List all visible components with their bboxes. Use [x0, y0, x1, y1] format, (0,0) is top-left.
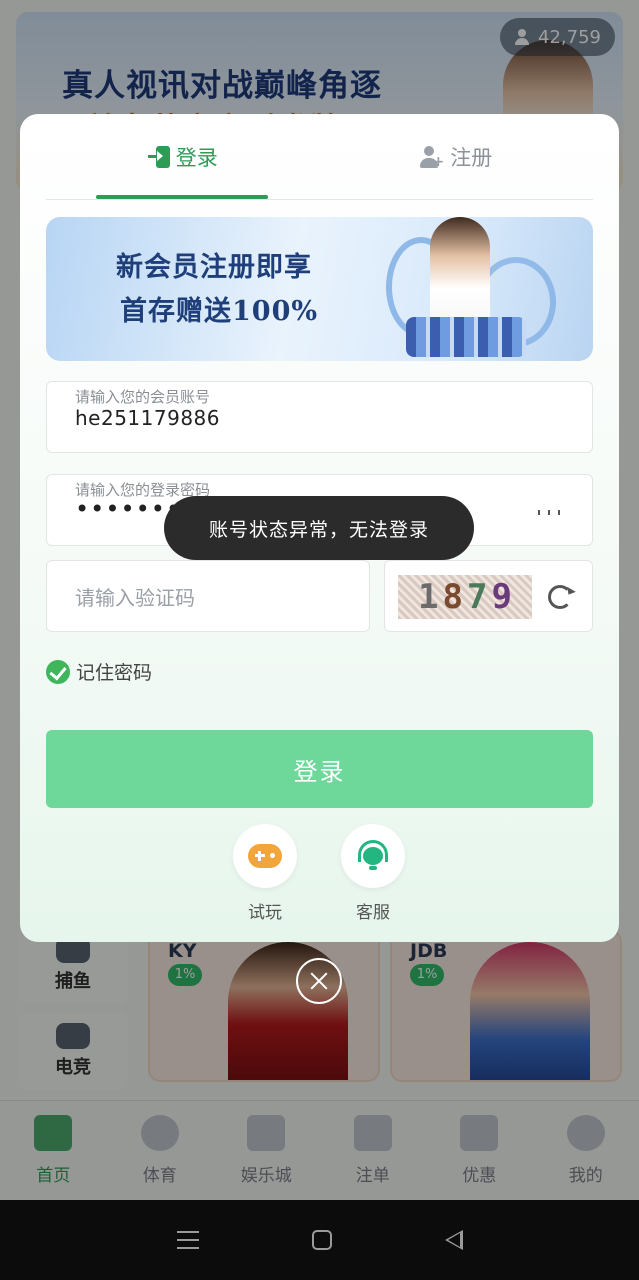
- login-icon: [147, 145, 170, 168]
- login-button[interactable]: 登录: [46, 730, 593, 808]
- trial-play-circle[interactable]: [233, 824, 297, 888]
- refresh-icon[interactable]: [548, 585, 572, 609]
- trial-play-label: 试玩: [248, 903, 282, 923]
- captcha-digit: 7: [467, 577, 488, 617]
- close-icon[interactable]: [296, 958, 342, 1004]
- customer-service-button[interactable]: 客服: [341, 824, 405, 923]
- account-field-value[interactable]: he251179886: [75, 406, 220, 430]
- captcha-input[interactable]: 请输入验证码: [46, 560, 370, 632]
- customer-service-label: 客服: [356, 903, 390, 923]
- headset-icon: [355, 840, 391, 872]
- promo-line-2: 首存赠送100%: [120, 296, 319, 327]
- captcha-placeholder: 请输入验证码: [75, 585, 195, 610]
- customer-service-circle[interactable]: [341, 824, 405, 888]
- tab-login[interactable]: 登录: [46, 114, 320, 199]
- eye-closed-icon[interactable]: [534, 501, 564, 515]
- checkmark-icon[interactable]: [46, 659, 70, 684]
- gamepad-icon: [248, 844, 282, 868]
- add-user-icon: +: [420, 145, 444, 169]
- back-triangle-icon[interactable]: [444, 1230, 463, 1250]
- trial-play-button[interactable]: 试玩: [233, 824, 297, 923]
- menu-icon[interactable]: [176, 1231, 199, 1249]
- remember-password[interactable]: 记住密码: [46, 658, 152, 685]
- account-field[interactable]: 请输入您的会员账号 he251179886: [46, 381, 593, 453]
- account-field-label: 请输入您的会员账号: [75, 388, 211, 406]
- captcha-digit: 1: [418, 577, 439, 617]
- error-toast: 账号状态异常，无法登录: [164, 496, 474, 560]
- captcha-image-box[interactable]: 1879: [384, 560, 593, 632]
- casino-chips-image: [406, 317, 526, 357]
- captcha-digit: 8: [442, 577, 463, 617]
- system-nav-bar: [0, 1200, 639, 1280]
- tab-label: 登录: [175, 145, 218, 170]
- tab-label: 注册: [450, 145, 493, 170]
- promo-banner[interactable]: 新会员注册即享 首存赠送100%: [46, 217, 593, 361]
- home-square-icon[interactable]: [311, 1230, 332, 1250]
- promo-line-1: 新会员注册即享: [116, 252, 312, 283]
- captcha-digit: 9: [491, 577, 512, 617]
- captcha-image[interactable]: 1879: [398, 575, 532, 619]
- auth-tabs: 登录 + 注册: [46, 114, 593, 200]
- remember-password-label: 记住密码: [76, 662, 153, 684]
- tab-register[interactable]: + 注册: [320, 114, 594, 199]
